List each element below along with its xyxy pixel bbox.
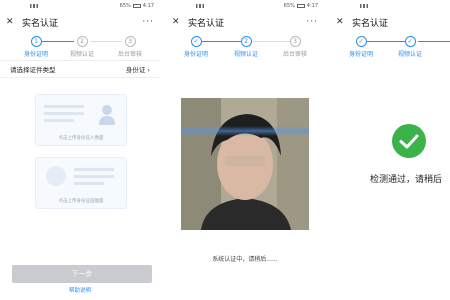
doc-type-selector[interactable]: 请选择证件类型 身份证 › [0,60,160,78]
doc-type-label: 请选择证件类型 [10,66,56,74]
battery-percent: 65% [283,3,295,9]
more-menu-icon[interactable]: ··· [306,17,318,27]
step-review: 3 后台审核 [105,36,155,58]
chevron-right-icon: › [147,66,150,74]
clock: 4:17 [142,3,154,9]
battery-percent: 65% [119,3,131,9]
signal-icon [196,4,204,8]
card-placeholder-lines [44,105,84,126]
step-number: 2 [76,36,88,47]
page-title: 实名认证 [352,18,389,29]
step-number: 3 [124,36,136,47]
step-video: 2 视频认证 [221,36,271,58]
portrait-icon [99,105,115,125]
card-caption: 点击上传身份证人像面 [58,136,104,141]
doc-type-value: 身份证 [125,66,146,74]
status-bar: 65% 4:17 [166,0,324,12]
step-label: 身份证明 [183,51,208,58]
screen-id-upload: 65% 4:17 ✕ 实名认证 ··· 1 身份证明 2 视频认证 3 后台审核… [0,0,160,300]
step-label: 视频认证 [233,51,258,58]
card-placeholder-lines [74,168,114,189]
close-icon[interactable]: ✕ [336,17,346,27]
step-label: 后台审核 [282,51,307,58]
step-label: 后台审核 [117,51,142,58]
screen-verify-result: ✕ 实名认证 ✓ 身份证明 ✓ 视频认证 检测通过，请稍后 [330,0,450,300]
national-emblem-icon [46,166,66,186]
signal-icon [30,4,38,8]
signal-icon [360,4,368,8]
check-icon: ✓ [190,36,202,47]
page-title: 实名认证 [22,18,59,29]
clock: 4:17 [306,3,318,9]
id-back-upload-card[interactable]: 点击上传身份证国徽面 [35,157,127,209]
title-bar: ✕ 实名认证 ··· [0,12,160,32]
progress-steps: 1 身份证明 2 视频认证 3 后台审核 [0,32,160,60]
status-bar [330,0,450,12]
step-identity: ✓ 身份证明 [336,36,386,58]
battery-icon [132,4,141,8]
close-icon[interactable]: ✕ [172,17,182,27]
progress-steps: ✓ 身份证明 ✓ 视频认证 [330,32,450,60]
check-icon: ✓ [404,36,416,47]
step-label: 视频认证 [397,51,422,58]
battery-icon [296,4,305,8]
face-photo [181,98,309,230]
scan-line [181,126,309,136]
step-number: 1 [30,36,42,47]
help-link[interactable]: 帮助说明 [0,286,160,294]
id-front-upload-card[interactable]: 点击上传身份证人像面 [35,94,127,146]
recognizing-status: 系统认证中，请稍后...... [212,256,278,263]
success-check-icon [392,124,426,158]
face-capture-preview [181,98,309,230]
progress-steps: ✓ 身份证明 2 视频认证 3 后台审核 [166,32,324,60]
screen-video-verify: 65% 4:17 ✕ 实名认证 ··· ✓ 身份证明 2 视频认证 3 后台审核 [166,0,324,300]
step-review: 3 后台审核 [270,36,320,58]
step-number: 3 [289,36,301,47]
step-number: 2 [240,36,252,47]
check-icon: ✓ [355,36,367,47]
step-identity: ✓ 身份证明 [171,36,221,58]
page-title: 实名认证 [188,18,225,29]
step-video: ✓ 视频认证 [385,36,435,58]
status-bar: 65% 4:17 [0,0,160,12]
next-button[interactable]: 下一步 [12,265,152,283]
step-video: 2 视频认证 [57,36,107,58]
title-bar: ✕ 实名认证 ··· [166,12,324,32]
more-menu-icon[interactable]: ··· [142,17,154,27]
result-message: 检测通过，请稍后 [370,175,443,185]
title-bar: ✕ 实名认证 [330,12,450,32]
step-identity: 1 身份证明 [11,36,61,58]
card-caption: 点击上传身份证国徽面 [58,199,104,204]
step-label: 身份证明 [348,51,373,58]
close-icon[interactable]: ✕ [6,17,16,27]
step-label: 身份证明 [23,51,48,58]
step-label: 视频认证 [69,51,94,58]
